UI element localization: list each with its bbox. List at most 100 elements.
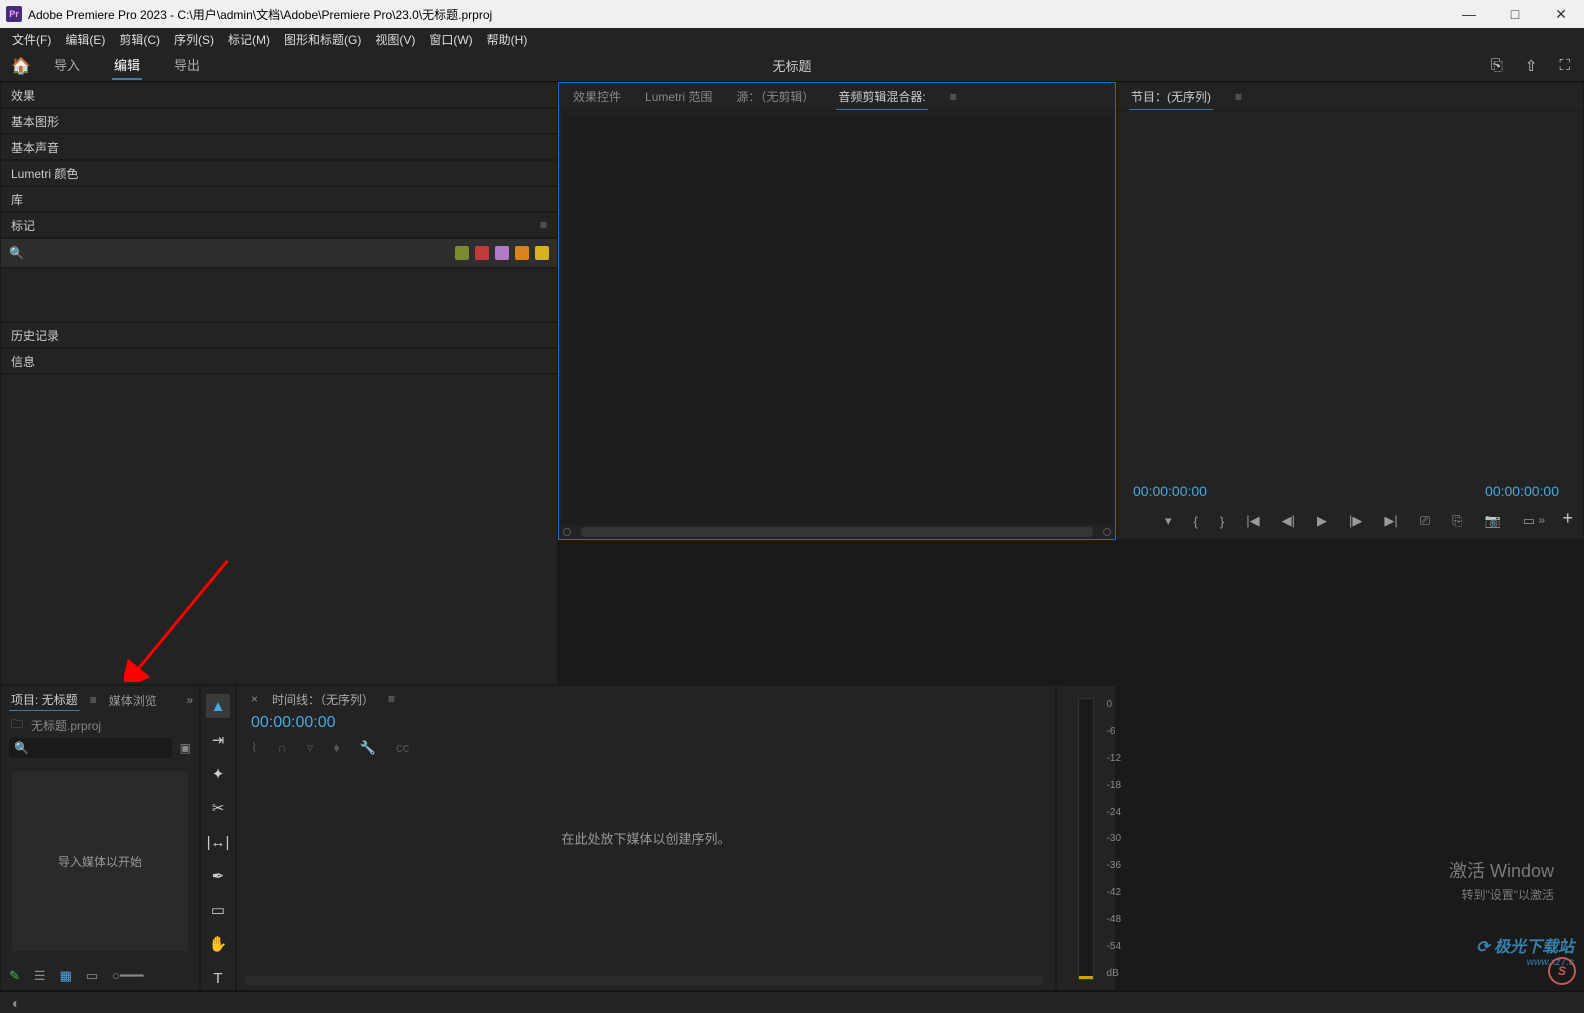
timeline-scrollbar[interactable] (245, 976, 1043, 986)
scroll-handle-left[interactable] (563, 528, 571, 536)
out-point-icon[interactable]: } (1220, 514, 1224, 529)
audio-meter-panel: 0 -6 -12 -18 -24 -30 -36 -42 -48 -54 dB (1056, 685, 1116, 991)
panel-menu-icon[interactable]: ≡ (388, 692, 395, 706)
project-file-name: 无标题.prproj (31, 717, 101, 734)
panel-menu-icon[interactable]: ≡ (1235, 90, 1242, 104)
project-search-input[interactable]: 🔍 (9, 738, 172, 758)
marker-color-orange[interactable] (515, 246, 529, 260)
workspace-bar: 🏠 导入 编辑 导出 无标题 ⎘ ⇧ ⛶ (0, 50, 1584, 82)
selection-tool[interactable]: ▲ (206, 694, 230, 718)
marker-color-red[interactable] (475, 246, 489, 260)
source-panel-content (561, 113, 1113, 525)
panel-essential-sound[interactable]: 基本声音 (0, 134, 558, 160)
add-marker-icon[interactable]: ♦ (333, 740, 340, 756)
overflow-icon[interactable]: » (186, 693, 193, 707)
tab-import[interactable]: 导入 (52, 51, 82, 80)
link-icon[interactable]: ∩ (277, 740, 286, 756)
settings-icon[interactable]: 🔧 (360, 740, 376, 756)
search-icon[interactable]: 🔍 (9, 246, 24, 260)
overflow-icon[interactable]: » (1538, 513, 1545, 527)
timeline-close-icon[interactable]: × (251, 692, 258, 706)
panel-history[interactable]: 历史记录 (0, 322, 558, 348)
menu-clip[interactable]: 剪辑(C) (113, 29, 166, 50)
freeform-view-icon[interactable]: ▭ (86, 968, 98, 984)
marker-color-green[interactable] (455, 246, 469, 260)
in-point-icon[interactable]: { (1194, 514, 1198, 529)
tab-edit[interactable]: 编辑 (112, 51, 142, 80)
panel-menu-icon[interactable]: ≡ (950, 90, 957, 104)
fullscreen-icon[interactable]: ⛶ (1559, 57, 1570, 75)
quick-export-icon[interactable]: ⎘ (1491, 57, 1503, 75)
scroll-handle-right[interactable] (1103, 528, 1111, 536)
share-icon[interactable]: ⇧ (1525, 57, 1538, 75)
panel-info[interactable]: 信息 (0, 348, 558, 374)
lift-icon[interactable]: ⎚ (1420, 513, 1430, 529)
menu-view[interactable]: 视图(V) (369, 29, 421, 50)
type-tool[interactable]: T (206, 966, 230, 990)
marker-color-purple[interactable] (495, 246, 509, 260)
marker-icon[interactable]: ▿ (307, 740, 314, 756)
menu-graphics[interactable]: 图形和标题(G) (278, 29, 367, 50)
new-bin-icon[interactable]: ▣ (180, 741, 191, 755)
export-frame-icon[interactable]: 📷 (1485, 513, 1501, 529)
source-scrollbar[interactable] (581, 527, 1093, 537)
rectangle-tool[interactable]: ▭ (206, 898, 230, 922)
maximize-button[interactable]: □ (1492, 0, 1538, 28)
source-panel: 效果控件 Lumetri 范围 源：（无剪辑） 音频剪辑混合器: ≡ (558, 82, 1116, 540)
slip-tool[interactable]: |↔| (206, 830, 230, 854)
meter-tick: -18 (1107, 780, 1121, 791)
ripple-edit-tool[interactable]: ✦ (206, 762, 230, 786)
tab-source[interactable]: 源：（无剪辑） (734, 84, 816, 109)
menu-window[interactable]: 窗口(W) (423, 29, 478, 50)
go-in-icon[interactable]: |◀ (1246, 513, 1259, 529)
caption-icon[interactable]: cc (396, 740, 409, 756)
menubar: 文件(F) 编辑(E) 剪辑(C) 序列(S) 标记(M) 图形和标题(G) 视… (0, 28, 1584, 50)
panel-menu-icon[interactable]: ≡ (540, 218, 547, 232)
go-out-icon[interactable]: ▶| (1384, 513, 1397, 529)
panel-menu-icon[interactable]: ≡ (90, 693, 97, 707)
marker-icon[interactable]: ▾ (1165, 513, 1172, 529)
pen-tool[interactable]: ✒ (206, 864, 230, 888)
close-button[interactable]: ✕ (1538, 0, 1584, 28)
menu-file[interactable]: 文件(F) (6, 29, 57, 50)
minimize-button[interactable]: ― (1446, 0, 1492, 28)
track-select-tool[interactable]: ⇥ (206, 728, 230, 752)
extract-icon[interactable]: ⎘ (1452, 513, 1462, 529)
tab-export[interactable]: 导出 (172, 51, 202, 80)
tab-program[interactable]: 节目：(无序列) (1129, 84, 1213, 110)
timeline-title: 时间线：（无序列） (272, 691, 374, 708)
panel-essential-graphics[interactable]: 基本图形 (0, 108, 558, 134)
menu-edit[interactable]: 编辑(E) (59, 29, 111, 50)
project-bin-dropzone[interactable]: 导入媒体以开始 (11, 770, 189, 952)
panel-lumetri-color[interactable]: Lumetri 颜色 (0, 160, 558, 186)
list-view-icon[interactable]: ☰ (34, 968, 46, 984)
snap-icon[interactable]: ⌇ (251, 740, 257, 756)
razor-tool[interactable]: ✂ (206, 796, 230, 820)
menu-help[interactable]: 帮助(H) (481, 29, 534, 50)
icon-view-icon[interactable]: ▦ (60, 968, 72, 984)
panel-effects[interactable]: 效果 (0, 82, 558, 108)
tab-project[interactable]: 项目: 无标题 (9, 689, 80, 711)
comparison-icon[interactable]: ▭ (1523, 513, 1535, 529)
folder-icon: 🗀 (11, 715, 23, 736)
step-back-icon[interactable]: ◀| (1282, 513, 1295, 529)
panel-libraries[interactable]: 库 (0, 186, 558, 212)
home-icon[interactable]: 🏠 (0, 56, 42, 76)
meter-tick: dB (1107, 968, 1121, 979)
project-panel: 项目: 无标题 ≡ 媒体浏览 » 🗀 无标题.prproj 🔍 ▣ 导入媒体以开… (0, 685, 200, 991)
menu-marker[interactable]: 标记(M) (222, 29, 276, 50)
meter-tick: -12 (1107, 753, 1121, 764)
marker-color-yellow[interactable] (535, 246, 549, 260)
tab-lumetri-scopes[interactable]: Lumetri 范围 (643, 84, 714, 109)
tab-media-browser[interactable]: 媒体浏览 (107, 690, 159, 711)
panel-markers[interactable]: 标记≡ (0, 212, 558, 238)
add-button[interactable]: + (1562, 508, 1573, 529)
play-icon[interactable]: ▶ (1317, 513, 1327, 529)
hand-tool[interactable]: ✋ (206, 932, 230, 956)
step-forward-icon[interactable]: |▶ (1349, 513, 1362, 529)
tab-effect-controls[interactable]: 效果控件 (571, 84, 623, 109)
tab-audio-clip-mixer[interactable]: 音频剪辑混合器: (836, 84, 927, 110)
zoom-slider[interactable]: ○━━━ (112, 968, 143, 984)
write-icon[interactable]: ✎ (9, 968, 20, 984)
menu-sequence[interactable]: 序列(S) (168, 29, 220, 50)
